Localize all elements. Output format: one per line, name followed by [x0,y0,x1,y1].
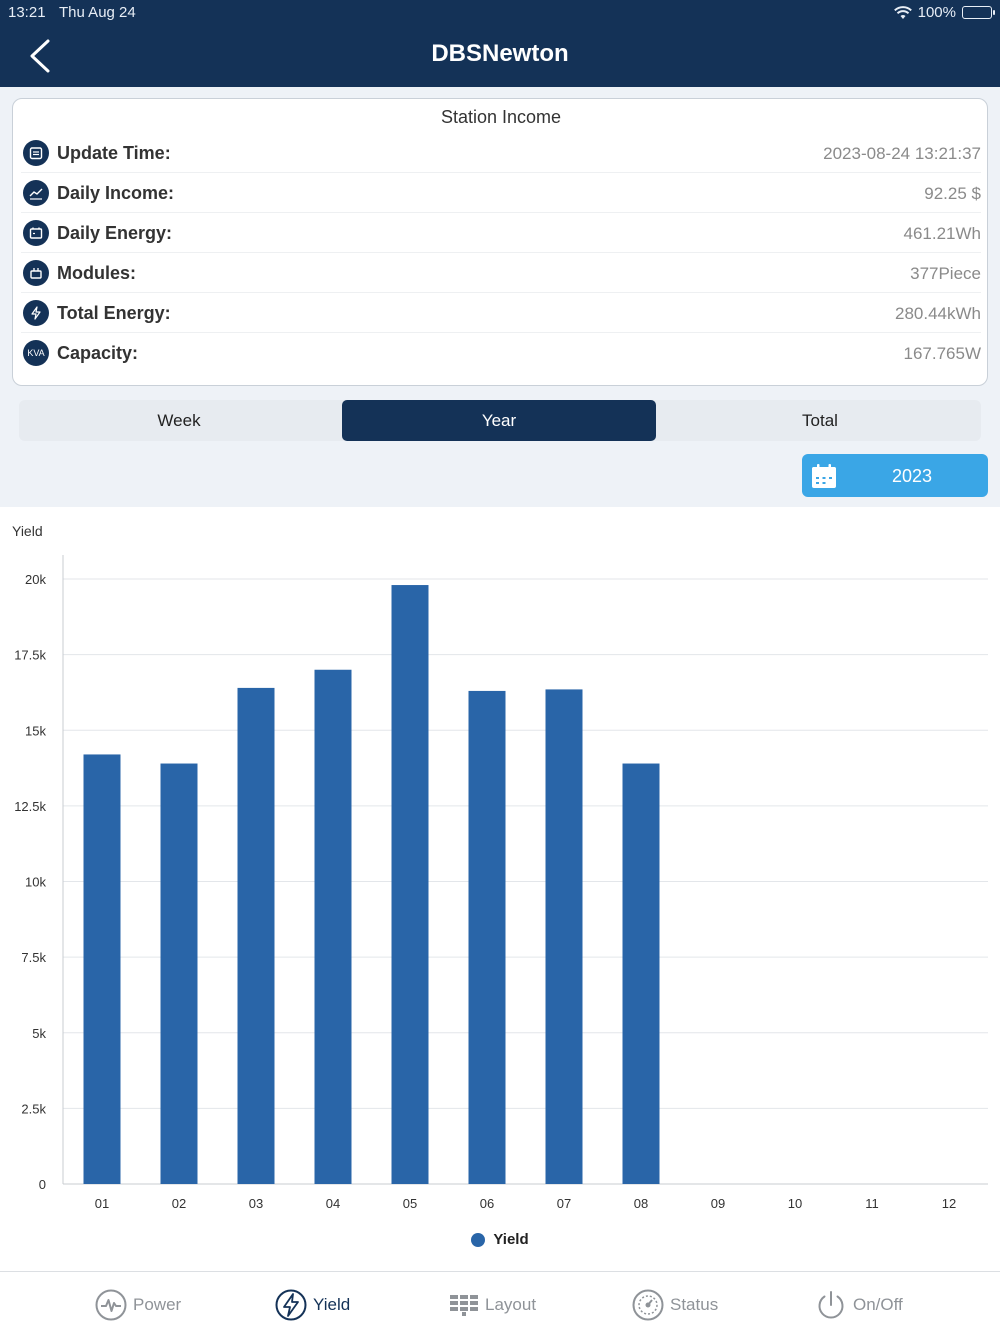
income-row-update-time: Update Time: 2023-08-24 13:21:37 [21,133,981,173]
segment-week[interactable]: Week [19,400,339,441]
status-time: 13:21 [8,4,46,21]
tab-status[interactable]: Status [632,1288,718,1322]
segment-year[interactable]: Year [342,400,656,441]
x-tick-label: 12 [942,1196,956,1211]
y-tick-label: 7.5k [21,950,46,965]
calendar-icon [23,140,49,166]
bar-08 [622,763,660,1184]
x-tick-label: 07 [557,1196,571,1211]
income-value: 461.21Wh [903,224,982,243]
calendar-icon [812,464,836,488]
income-label: Update Time: [57,143,171,163]
battery-percent: 100% [917,4,956,21]
x-tick-label: 05 [403,1196,417,1211]
bolt-circle-icon [275,1289,307,1321]
legend-swatch [471,1232,486,1247]
income-row-capacity: KVA Capacity: 167.765W [21,333,981,373]
bar-02 [160,763,198,1184]
station-income-card: Station Income Update Time: 2023-08-24 1… [12,98,988,386]
tab-label: Yield [313,1295,351,1314]
y-tick-label: 12.5k [14,799,46,814]
segment-total[interactable]: Total [659,400,981,441]
bar-04 [314,669,352,1184]
income-value: 377Piece [910,264,981,283]
income-value: 92.25 $ [924,184,981,203]
battery-icon [23,220,49,246]
income-value: 280.44kWh [895,304,981,323]
income-label: Daily Energy: [57,223,173,243]
status-bar: 13:21 Thu Aug 24 100% [0,0,1000,26]
bar-07 [545,689,583,1184]
bar-06 [468,690,506,1184]
bar-05 [391,585,429,1184]
yield-bar-chart: 0 2.5k 5k 7.5k 10k 12.5k 15k 17.5k 20k 01 02 03 04 05… [14,555,988,1211]
x-tick-label: 04 [326,1196,340,1211]
x-tick-label: 02 [172,1196,186,1211]
module-icon [23,260,49,286]
battery-icon [962,6,995,19]
tab-onoff[interactable]: On/Off [815,1288,903,1322]
income-value: 167.765W [903,344,982,363]
x-tick-label: 10 [788,1196,802,1211]
year-picker-button[interactable]: 2023 [802,454,988,497]
status-right: 100% [893,4,995,21]
chart-legend[interactable]: Yield [0,1231,1000,1248]
wifi-icon [893,5,912,19]
kva-icon: KVA [23,340,49,366]
bolt-icon [23,300,49,326]
income-row-modules: Modules: 377Piece [21,253,981,293]
tab-label: On/Off [853,1295,903,1314]
tab-yield[interactable]: Yield [275,1288,350,1322]
y-tick-label: 17.5k [14,648,46,663]
x-tick-label: 09 [711,1196,725,1211]
year-value: 2023 [891,466,933,486]
pulse-icon [95,1289,127,1321]
x-tick-label: 01 [95,1196,109,1211]
bar-03 [237,687,275,1184]
bottom-tab-bar: Power Yield Layout Status On/Off [0,1271,1000,1334]
y-tick-label: 20k [25,572,46,587]
income-label: Total Energy: [57,303,171,323]
income-row-total-energy: Total Energy: 280.44kWh [21,293,981,333]
gauge-icon [632,1289,664,1321]
income-value: 2023-08-24 13:21:37 [823,144,981,163]
tab-power[interactable]: Power [95,1288,181,1322]
x-tick-label: 03 [249,1196,263,1211]
y-tick-label: 10k [25,875,46,890]
tab-label: Power [133,1295,182,1314]
x-tick-label: 11 [865,1196,879,1211]
period-segmented-control: Week Year Total [19,400,981,441]
legend-label: Yield [493,1231,529,1248]
income-row-daily-income: Daily Income: 92.25 $ [21,173,981,213]
y-tick-label: 0 [39,1177,46,1192]
y-tick-label: 2.5k [21,1101,46,1116]
income-label: Capacity: [57,343,139,363]
nav-header: 13:21 Thu Aug 24 100% DBSNewton [0,0,1000,87]
page-title: DBSNewton [431,40,569,67]
chart-icon [23,180,49,206]
card-title: Station Income [440,107,562,127]
bar-01 [83,754,121,1184]
income-label: Modules: [57,263,136,283]
status-date: Thu Aug 24 [59,4,136,21]
income-label: Daily Income: [57,183,175,203]
tab-layout[interactable]: Layout [449,1288,536,1322]
yield-chart-panel: Yield 0 2.5k 5k 7.5k 10k 12.5k 15k 17.5k 20k 01 02… [0,507,1000,1271]
power-icon [818,1291,844,1319]
tab-label: Status [670,1295,719,1314]
panel-grid-icon [450,1295,478,1316]
y-tick-label: 5k [32,1026,46,1041]
income-row-daily-energy: Daily Energy: 461.21Wh [21,213,981,253]
x-tick-label: 06 [480,1196,494,1211]
y-tick-label: 15k [25,723,46,738]
tab-label: Layout [485,1295,537,1314]
x-tick-label: 08 [634,1196,648,1211]
